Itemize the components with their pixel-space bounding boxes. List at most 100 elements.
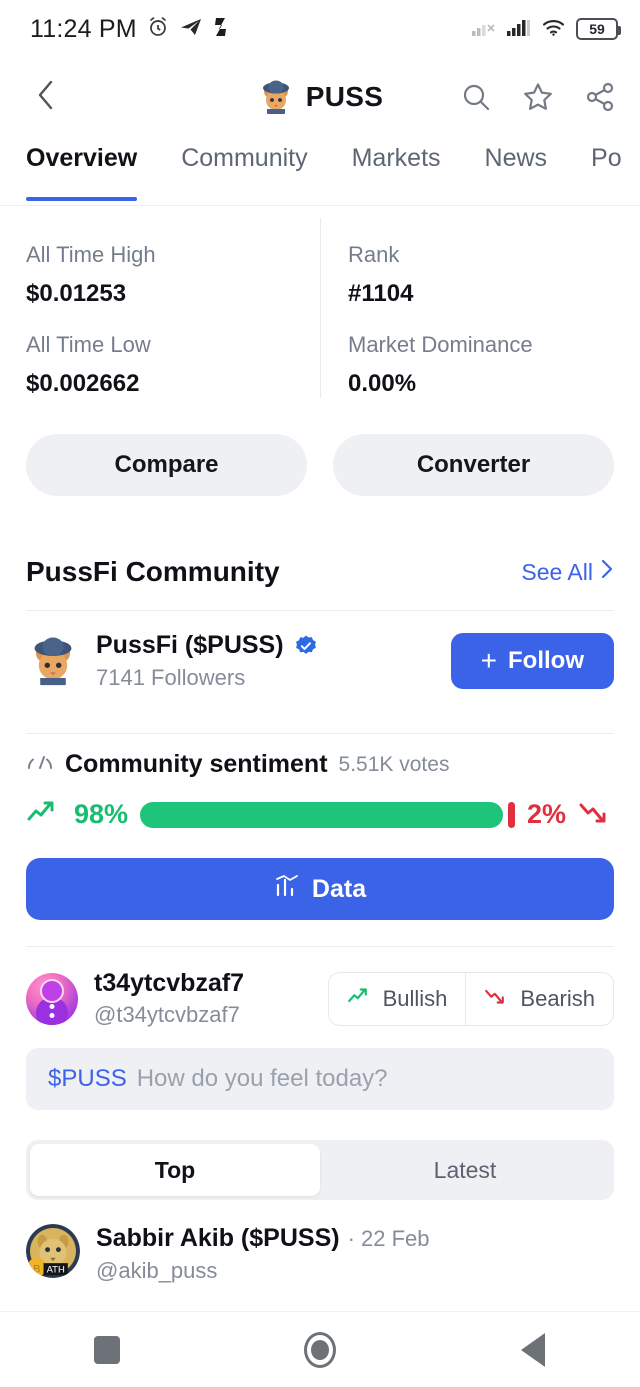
stat-all-time-low: All Time Low $0.002662 bbox=[26, 322, 320, 412]
sentiment-votes: 5.51K votes bbox=[338, 752, 450, 776]
tab-overview[interactable]: Overview bbox=[26, 136, 138, 205]
svg-text:B: B bbox=[33, 1264, 40, 1276]
shazam-icon bbox=[212, 16, 232, 43]
bearish-bar bbox=[507, 801, 515, 828]
bullish-percent: 98% bbox=[74, 799, 129, 829]
battery-icon: 59 bbox=[576, 18, 621, 40]
back-triangle-icon[interactable] bbox=[488, 1320, 578, 1380]
tab-label: Community bbox=[181, 144, 308, 172]
feed-tab-latest[interactable]: Latest bbox=[320, 1144, 610, 1196]
stat-rank: Rank #1104 bbox=[320, 232, 614, 322]
battery-level: 59 bbox=[589, 21, 605, 37]
star-icon[interactable] bbox=[520, 79, 556, 115]
post-author-handle: @akib_puss bbox=[96, 1258, 218, 1283]
back-button[interactable] bbox=[24, 75, 68, 119]
tab-markets[interactable]: Markets bbox=[352, 136, 441, 205]
tab-bar[interactable]: Overview Community Markets News Po bbox=[0, 136, 640, 206]
bullish-button[interactable]: Bullish bbox=[329, 973, 466, 1025]
bullish-label: Bullish bbox=[382, 985, 448, 1011]
status-bar: 11:24 PM 59 bbox=[0, 0, 640, 58]
tab-label: Po bbox=[591, 144, 622, 172]
alarm-icon bbox=[146, 15, 170, 44]
see-all-link[interactable]: See All bbox=[521, 558, 614, 586]
composer-user-handle: @t34ytcvbzaf7 bbox=[94, 1002, 240, 1027]
post-author-name: Sabbir Akib ($PUSS) bbox=[96, 1224, 340, 1252]
community-profile-row: PussFi ($PUSS) 7141 Followers + Follow bbox=[0, 611, 640, 711]
telegram-icon bbox=[179, 15, 203, 44]
bearish-percent: 2% bbox=[526, 799, 566, 829]
feed-tab-top[interactable]: Top bbox=[30, 1144, 320, 1196]
bullish-bar bbox=[140, 801, 503, 828]
profile-meta: PussFi ($PUSS) 7141 Followers bbox=[96, 631, 318, 691]
sentiment-title: Community sentiment bbox=[65, 750, 328, 778]
stat-value: $0.002662 bbox=[26, 370, 140, 397]
stat-value: 0.00% bbox=[348, 370, 417, 397]
status-bar-left: 11:24 PM bbox=[30, 15, 232, 44]
stats-grid: All Time High $0.01253 Rank #1104 All Ti… bbox=[0, 206, 640, 412]
tab-label: News bbox=[484, 144, 548, 172]
avatar bbox=[26, 972, 78, 1025]
gauge-icon bbox=[26, 750, 54, 779]
stat-label: Market Dominance bbox=[348, 332, 533, 357]
trend-down-icon bbox=[578, 797, 614, 832]
status-bar-right: 59 bbox=[471, 17, 621, 42]
see-all-label: See All bbox=[521, 558, 593, 585]
wifi-icon bbox=[541, 17, 567, 42]
signal-off-icon bbox=[471, 17, 497, 42]
composer-user-row: t34ytcvbzaf7 @t34ytcvbzaf7 Bullish Beari… bbox=[0, 947, 640, 1028]
profile-name-row: PussFi ($PUSS) bbox=[96, 631, 318, 660]
avatar: B ATH bbox=[26, 1224, 80, 1278]
trend-up-icon bbox=[26, 797, 62, 832]
stat-label: All Time High bbox=[26, 242, 156, 267]
signal-icon bbox=[506, 17, 532, 42]
data-button[interactable]: Data bbox=[26, 858, 614, 920]
followers-count: 7141 Followers bbox=[96, 665, 246, 690]
follow-label: Follow bbox=[508, 647, 584, 674]
stat-value: $0.01253 bbox=[26, 280, 127, 307]
stat-all-time-high: All Time High $0.01253 bbox=[26, 232, 320, 322]
bar-chart-icon bbox=[274, 873, 300, 906]
verified-badge-icon bbox=[294, 634, 318, 658]
puss-cat-logo bbox=[257, 78, 295, 116]
chevron-right-icon bbox=[600, 558, 614, 586]
post-item[interactable]: B ATH Sabbir Akib ($PUSS) · 22 Feb @akib… bbox=[0, 1200, 640, 1284]
svg-text:ATH: ATH bbox=[47, 1265, 65, 1276]
post-name-row: Sabbir Akib ($PUSS) · 22 Feb bbox=[96, 1224, 430, 1253]
composer-user-meta: t34ytcvbzaf7 @t34ytcvbzaf7 bbox=[94, 969, 244, 1028]
status-time: 11:24 PM bbox=[30, 14, 137, 43]
profile-name: PussFi ($PUSS) bbox=[96, 631, 284, 659]
chevron-left-icon bbox=[33, 78, 59, 117]
compare-button[interactable]: Compare bbox=[26, 434, 307, 496]
plus-icon: + bbox=[480, 645, 498, 676]
app-header: PUSS bbox=[0, 58, 640, 136]
stat-value: #1104 bbox=[348, 280, 414, 307]
bearish-label: Bearish bbox=[520, 985, 595, 1011]
home-circle-icon[interactable] bbox=[275, 1320, 365, 1380]
share-icon[interactable] bbox=[582, 79, 618, 115]
avatar bbox=[26, 634, 80, 688]
section-title: PussFi Community bbox=[26, 556, 280, 587]
header-actions bbox=[458, 79, 618, 115]
follow-button[interactable]: + Follow bbox=[450, 633, 614, 689]
tab-community[interactable]: Community bbox=[181, 136, 307, 205]
post-date: · 22 Feb bbox=[347, 1226, 430, 1251]
search-icon[interactable] bbox=[458, 79, 494, 115]
post-meta: Sabbir Akib ($PUSS) · 22 Feb @akib_puss bbox=[96, 1224, 430, 1284]
converter-button[interactable]: Converter bbox=[333, 434, 614, 496]
sentiment-header: Community sentiment 5.51K votes bbox=[26, 750, 614, 779]
bearish-button[interactable]: Bearish bbox=[466, 973, 613, 1025]
composer-user-name: t34ytcvbzaf7 bbox=[94, 969, 245, 997]
stat-label: Rank bbox=[348, 242, 400, 267]
community-sentiment: Community sentiment 5.51K votes 98% 2% bbox=[0, 734, 640, 832]
recents-square-icon[interactable] bbox=[62, 1320, 152, 1380]
page-title: PUSS bbox=[305, 81, 384, 112]
trend-up-icon bbox=[347, 985, 373, 1013]
sentiment-vote-group: Bullish Bearish bbox=[327, 971, 614, 1026]
tab-news[interactable]: News bbox=[485, 136, 548, 205]
app-screen: 11:24 PM 59 PUSS Overview Community Mark… bbox=[0, 0, 640, 1387]
tab-portfolio[interactable]: Po bbox=[591, 136, 622, 205]
post-composer-input[interactable]: $PUSS How do you feel today? bbox=[26, 1048, 614, 1110]
tab-label: Markets bbox=[351, 144, 441, 172]
feed-sort-toggle[interactable]: Top Latest bbox=[26, 1140, 614, 1200]
trend-down-icon bbox=[484, 985, 510, 1013]
